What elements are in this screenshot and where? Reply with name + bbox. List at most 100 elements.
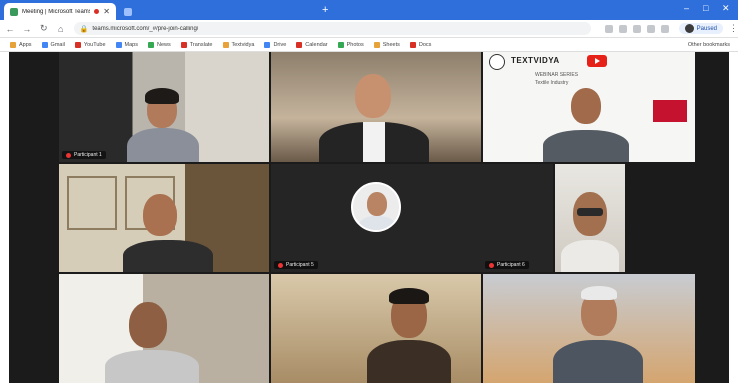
other-bookmarks[interactable]: Other bookmarks [688,42,730,48]
participant-hair [389,288,429,304]
presentation-subtitle: WEBINAR SERIES [535,72,579,78]
muted-mic-icon [278,262,283,268]
extension-icon[interactable] [646,24,655,33]
shelf-frame [67,176,117,230]
extension-icon[interactable] [618,24,627,33]
avatar [684,24,694,33]
bookmark-item[interactable]: Textvidya [222,41,255,48]
bookmark-icon [222,41,229,48]
bookmark-icon [148,41,154,48]
bookmark-icon [409,41,416,48]
tab-teams-meeting[interactable]: Meeting | Microsoft Teams ✕ [4,3,116,20]
reload-icon[interactable]: ↻ [37,22,51,36]
bookmark-item[interactable]: Calendar [296,41,328,48]
bookmark-item[interactable]: Gmail [41,41,65,48]
bookmark-item[interactable]: Translate [180,41,213,48]
participant-name-tag: Participant 5 [274,261,318,269]
bookmark-item[interactable]: Sheets [373,41,400,48]
participant-shirt [123,240,213,272]
recording-indicator-icon [94,9,100,14]
address-bar[interactable]: 🔒 teams.microsoft.com/_#/pre-join-callin… [73,22,591,35]
bookmark-item[interactable]: Apps [10,41,32,48]
bookmark-item[interactable]: Photos [337,41,364,48]
participant-hair [581,286,617,300]
bookmark-icon [115,41,122,48]
bookmark-label: News [157,41,171,48]
arrow-right-icon[interactable]: → [20,22,34,36]
video-call-grid: Participant 1 TEXTVIDYA WEBINAR SERIES T… [9,52,729,383]
bookmark-item[interactable]: YouTube [74,41,106,48]
participant-tile[interactable] [271,52,481,162]
extension-icon[interactable] [660,24,669,33]
participant-shirt [367,340,451,383]
participant-name: Participant 5 [286,262,314,268]
more-menu-icon[interactable]: ⋮ [729,23,738,34]
bookmark-label: Textvidya [231,41,255,48]
arrow-left-icon[interactable]: ← [3,22,17,36]
participant-tile[interactable] [483,274,695,383]
presentation-tile[interactable]: TEXTVIDYA WEBINAR SERIES Textile Industr… [483,52,695,162]
bookmark-item[interactable]: Docs [409,41,431,48]
profile-button[interactable]: Paused [678,23,724,34]
bookmark-label: Gmail [50,41,65,48]
browser-toolbar: ← → ↻ ⌂ 🔒 teams.microsoft.com/_#/pre-joi… [0,20,738,38]
bookmark-label: Sheets [382,41,400,48]
bookmark-label: Photos [346,41,364,48]
participant-shirt [543,130,629,162]
minimize-button[interactable]: – [684,3,689,13]
participant-shirt [561,240,619,272]
extension-icon[interactable] [632,24,641,33]
participant-name: Participant 1 [74,152,102,158]
participant-tile[interactable] [555,164,625,272]
avatar [351,182,401,232]
bookmark-label: Translate [189,41,213,48]
participant-tile[interactable] [59,164,269,272]
muted-mic-icon [489,262,494,268]
participant-tile[interactable]: Participant 1 [59,52,269,162]
tab-favicon-icon [124,7,132,16]
participant-face [355,74,391,118]
participant-hair [145,88,179,104]
browser-tab-strip: Meeting | Microsoft Teams ✕ + – □ ✕ [0,0,738,20]
logo-badge [653,100,687,122]
participant-name: Participant 6 [497,262,525,268]
bookmark-item[interactable]: Drive [264,41,287,48]
participant-shirt [553,340,643,383]
participant-tile[interactable] [59,274,269,383]
bookmark-icon [264,41,271,48]
profile-label: Paused [696,25,718,32]
participant-face [367,192,387,216]
bookmark-label: Drive [273,41,287,48]
bookmark-label: YouTube [83,41,106,48]
participant-shirt [363,122,385,162]
maximize-button[interactable]: □ [703,3,708,13]
participant-face [143,194,177,236]
muted-mic-icon [66,152,71,158]
youtube-play-icon [587,55,607,67]
close-tab-icon[interactable]: ✕ [103,7,110,16]
participant-face [571,88,601,124]
participant-name-tag: Participant 1 [62,151,106,159]
home-icon[interactable]: ⌂ [54,22,68,36]
tab-inactive[interactable] [118,3,318,20]
teams-favicon-icon [10,7,18,16]
participant-tile[interactable]: Participant 5 Participant 6 [271,164,553,272]
bookmark-label: Calendar [305,41,328,48]
emblem-logo [489,54,505,70]
close-window-button[interactable]: ✕ [722,3,730,14]
bookmark-label: Maps [124,41,138,48]
bookmark-icon [41,41,48,48]
bookmark-item[interactable]: News [148,41,171,48]
new-tab-button[interactable]: + [322,4,328,16]
extension-icon[interactable] [604,24,613,33]
participant-shirt [127,128,199,162]
bookmark-icon [337,41,344,48]
lock-icon: 🔒 [79,25,89,33]
participant-face [129,302,167,348]
brand-title: TEXTVIDYA [511,56,560,65]
bookmark-icon [180,41,187,48]
tab-title: Meeting | Microsoft Teams [22,8,91,15]
bookmark-label: Apps [19,41,32,48]
participant-tile[interactable] [271,274,481,383]
bookmark-item[interactable]: Maps [115,41,138,48]
